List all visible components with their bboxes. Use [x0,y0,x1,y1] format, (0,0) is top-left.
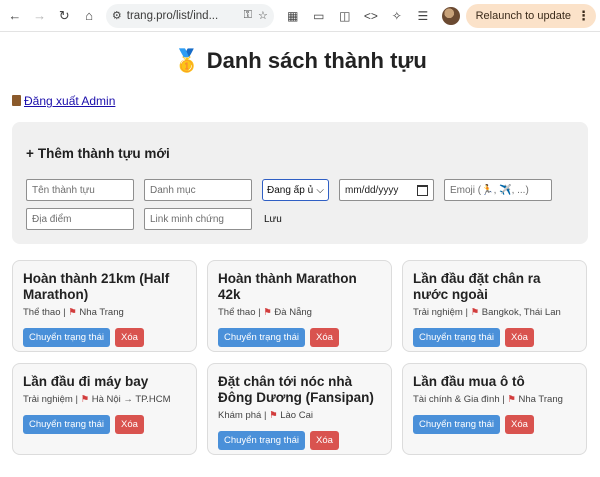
achievement-card: Lần đầu đi máy bay Trải nghiệm | ⚑ Hà Nộ… [12,363,197,455]
delete-button[interactable]: Xóa [505,415,534,434]
home-icon[interactable]: ⌂ [78,5,100,27]
reload-icon[interactable]: ↻ [53,5,75,27]
achievement-location: Nha Trang [79,307,124,318]
emoji-input[interactable]: Emoji (🏃, ✈️, ...) [444,179,552,201]
category-input[interactable]: Danh mục [144,179,252,201]
achievement-meta: Thể thao | ⚑ Nha Trang [23,307,124,318]
form-heading: + Thêm thành tựu mới [26,122,574,166]
achievement-category: Trải nghiệm [23,394,73,405]
logout-label[interactable]: Đăng xuất Admin [24,94,115,108]
achievement-card: Lần đầu mua ô tô Tài chính & Gia đình | … [402,363,587,455]
page-title: 🥇 Danh sách thành tựu [173,48,427,73]
date-placeholder: mm/dd/yyyy [345,184,399,196]
achievement-location: Hà Nội → TP.HCM [91,394,171,405]
achievement-card: Đặt chân tới nóc nhà Đông Dương (Fansipa… [207,363,392,455]
achievement-title: Hoàn thành Marathon 42k [218,271,357,302]
delete-button[interactable]: Xóa [310,328,339,347]
achievement-location: Lào Cai [280,410,313,421]
delete-button[interactable]: Xóa [115,415,144,434]
bug-icon[interactable]: ✧ [386,5,408,27]
url-text[interactable]: trang.pro/list/ind... [127,10,238,22]
toggle-status-button[interactable]: Chuyển trạng thái [218,328,305,347]
delete-button[interactable]: Xóa [310,431,339,450]
achievement-grid: Hoàn thành 21km (Half Marathon) Thể thao… [12,260,588,455]
achievement-category: Thể thao [218,307,256,318]
achievement-card: Lần đầu đặt chân ra nước ngoài Trải nghi… [402,260,587,352]
achievement-meta: Trải nghiệm | ⚑ Hà Nội → TP.HCM [23,394,171,405]
achievement-title: Lần đầu mua ô tô [413,374,525,389]
achievement-meta: Trải nghiệm | ⚑ Bangkok, Thái Lan [413,307,561,318]
proof-link-input[interactable]: Link minh chứng [144,208,252,230]
pin-icon: ⚑ [507,394,516,405]
toggle-status-button[interactable]: Chuyển trạng thái [413,328,500,347]
bookmark-star-icon[interactable]: ☆ [258,9,268,22]
achievement-meta: Thể thao | ⚑ Đà Nẵng [218,307,312,318]
achievement-category: Thể thao [23,307,61,318]
date-input[interactable]: mm/dd/yyyy [339,179,434,201]
address-bar[interactable]: ⚙ trang.pro/list/ind... ⚿ ☆ [105,3,274,28]
logout-row: Đăng xuất Admin [12,94,588,108]
pin-icon: ⚑ [470,307,480,318]
achievement-location: Bangkok, Thái Lan [481,307,561,318]
achievement-category: Khám phá [218,410,262,421]
achievement-category: Tài chính & Gia đình [413,394,500,405]
sidebar-icon[interactable]: ◫ [334,5,356,27]
achievement-title: Hoàn thành 21km (Half Marathon) [23,271,170,302]
achievement-card: Hoàn thành 21km (Half Marathon) Thể thao… [12,260,197,352]
achievement-title: Lần đầu đặt chân ra nước ngoài [413,271,541,302]
achievement-meta: Khám phá | ⚑ Lào Cai [218,410,313,421]
toggle-status-button[interactable]: Chuyển trạng thái [413,415,500,434]
back-icon[interactable]: ← [4,5,26,27]
relaunch-button[interactable]: Relaunch to update ⋮ [465,3,597,28]
plus-icon: + [26,146,34,161]
add-achievement-panel: + Thêm thành tựu mới Tên thành tựu Danh m… [12,122,588,244]
form-row-2: Địa điểm Link minh chứng Lưu [26,208,574,230]
delete-button[interactable]: Xóa [505,328,534,347]
location-input[interactable]: Địa điểm [26,208,134,230]
browser-toolbar: ← → ↻ ⌂ ⚙ trang.pro/list/ind... ⚿ ☆ ▦ ▭ … [0,0,600,32]
devtools-icon[interactable]: <> [360,5,382,27]
pin-icon: ⚑ [80,394,90,405]
pin-icon: ⚑ [269,410,278,421]
achievement-location: Nha Trang [518,394,563,405]
door-icon [12,95,21,106]
toggle-status-button[interactable]: Chuyển trạng thái [218,431,305,450]
status-select[interactable]: Đang ấp ủ ⌵ [262,179,329,201]
achievement-location: Đà Nẵng [274,307,312,318]
relaunch-label: Relaunch to update [475,9,572,22]
save-button[interactable]: Lưu [264,214,282,225]
site-settings-icon[interactable]: ⚙ [112,9,122,22]
forward-icon[interactable]: → [29,5,51,27]
password-key-icon[interactable]: ⚿ [244,9,252,22]
chevron-down-icon: ⌵ [316,184,324,196]
name-input[interactable]: Tên thành tựu [26,179,134,201]
cast-icon[interactable]: ▭ [308,5,330,27]
logout-link[interactable]: Đăng xuất Admin [12,94,115,108]
page-content: 🥇 Danh sách thành tựu Đăng xuất Admin + T… [0,32,600,455]
achievement-card: Hoàn thành Marathon 42k Thể thao | ⚑ Đà … [207,260,392,352]
calendar-icon[interactable] [417,184,428,196]
pin-icon: ⚑ [68,307,77,318]
pin-icon: ⚑ [263,307,272,318]
delete-button[interactable]: Xóa [115,328,144,347]
profile-avatar[interactable] [441,6,460,25]
toggle-status-button[interactable]: Chuyển trạng thái [23,328,110,347]
form-row-1: Tên thành tựu Danh mục Đang ấp ủ ⌵ mm/dd… [26,179,574,201]
achievement-category: Trải nghiệm [413,307,463,318]
status-value: Đang ấp ủ [267,184,314,196]
extensions-icon[interactable]: ▦ [282,5,304,27]
menu-dots-icon[interactable]: ⋮ [577,8,590,24]
form-heading-text: Thêm thành tựu mới [37,146,170,161]
achievement-title: Đặt chân tới nóc nhà Đông Dương (Fansipa… [218,374,374,405]
achievement-title: Lần đầu đi máy bay [23,374,149,389]
achievement-meta: Tài chính & Gia đình | ⚑ Nha Trang [413,394,563,405]
media-icon[interactable]: ☰ [412,5,434,27]
toggle-status-button[interactable]: Chuyển trạng thái [23,415,110,434]
